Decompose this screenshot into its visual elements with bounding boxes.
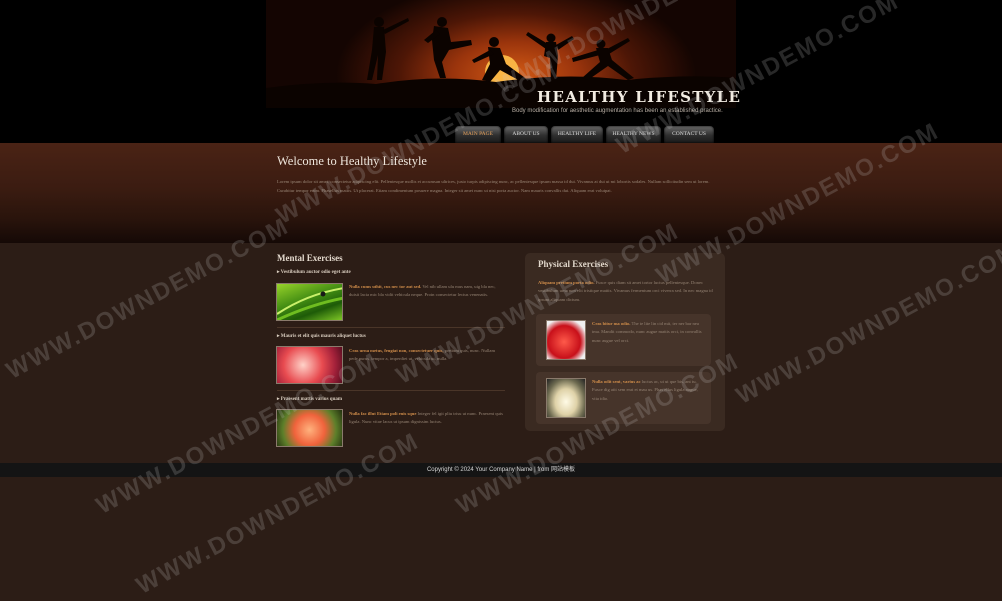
- list-item-heading[interactable]: ▸ Vestibulum auctor odio eget ante: [277, 269, 351, 275]
- watermark-text: WWW.DOWNDEMO.COM: [731, 237, 1002, 410]
- nav-healthy-life[interactable]: HEALTHY LIFE: [551, 126, 603, 143]
- coffee-cup-image[interactable]: [546, 378, 586, 418]
- item-highlight: Nulla cums uthit, cus nec tor aut sed.: [349, 284, 422, 289]
- mental-exercises-title: Mental Exercises: [277, 253, 343, 263]
- nav-healthy-news[interactable]: HEALTHY NEWS: [606, 126, 661, 143]
- footer-copyright: Copyright © 2024 Your Company Name | fro…: [426, 467, 576, 473]
- site-title: HEALTHY LIFESTYLE: [537, 88, 742, 106]
- sushi-image[interactable]: [276, 409, 343, 447]
- nav-main-page[interactable]: MAIN PAGE: [455, 126, 501, 143]
- intro-highlight: Aliquam pretium porta odio.: [538, 280, 595, 285]
- item-highlight: Cras urna metus, feugiat non, consectetu…: [349, 348, 444, 353]
- nav-about-us[interactable]: ABOUT US: [504, 126, 548, 143]
- divider: [277, 327, 505, 328]
- nav-contact-us[interactable]: CONTACT US: [664, 126, 714, 143]
- item-highlight: Nulla odit sent, varius ac: [592, 379, 641, 384]
- flower-image[interactable]: [276, 346, 343, 384]
- leaf-image-art: [277, 287, 342, 320]
- welcome-title: Welcome to Healthy Lifestyle: [277, 154, 427, 168]
- item-highlight: Cras bitur ma odio.: [592, 321, 631, 326]
- list-item-heading[interactable]: ▸ Praesent mattis varius quam: [277, 396, 342, 402]
- leaf-image[interactable]: [276, 283, 343, 321]
- physical-exercises-title: Physical Exercises: [538, 259, 609, 269]
- header: HEALTHY LIFESTYLE Body modification for …: [0, 0, 1002, 143]
- strawberry-image[interactable]: [546, 320, 586, 360]
- divider: [277, 390, 505, 391]
- welcome-text: Lorem ipsum dolor sit amet, consectetur …: [277, 179, 710, 193]
- item-highlight: Nulla fac illut Etiam poli enis sque: [349, 411, 417, 416]
- watermark-text: WWW.DOWNDEMO.COM: [131, 427, 424, 600]
- site-slogan: Body modification for aesthetic augmenta…: [512, 108, 723, 114]
- list-item-heading[interactable]: ▸ Mauris et elit quis mauris aliquet luc…: [277, 333, 366, 339]
